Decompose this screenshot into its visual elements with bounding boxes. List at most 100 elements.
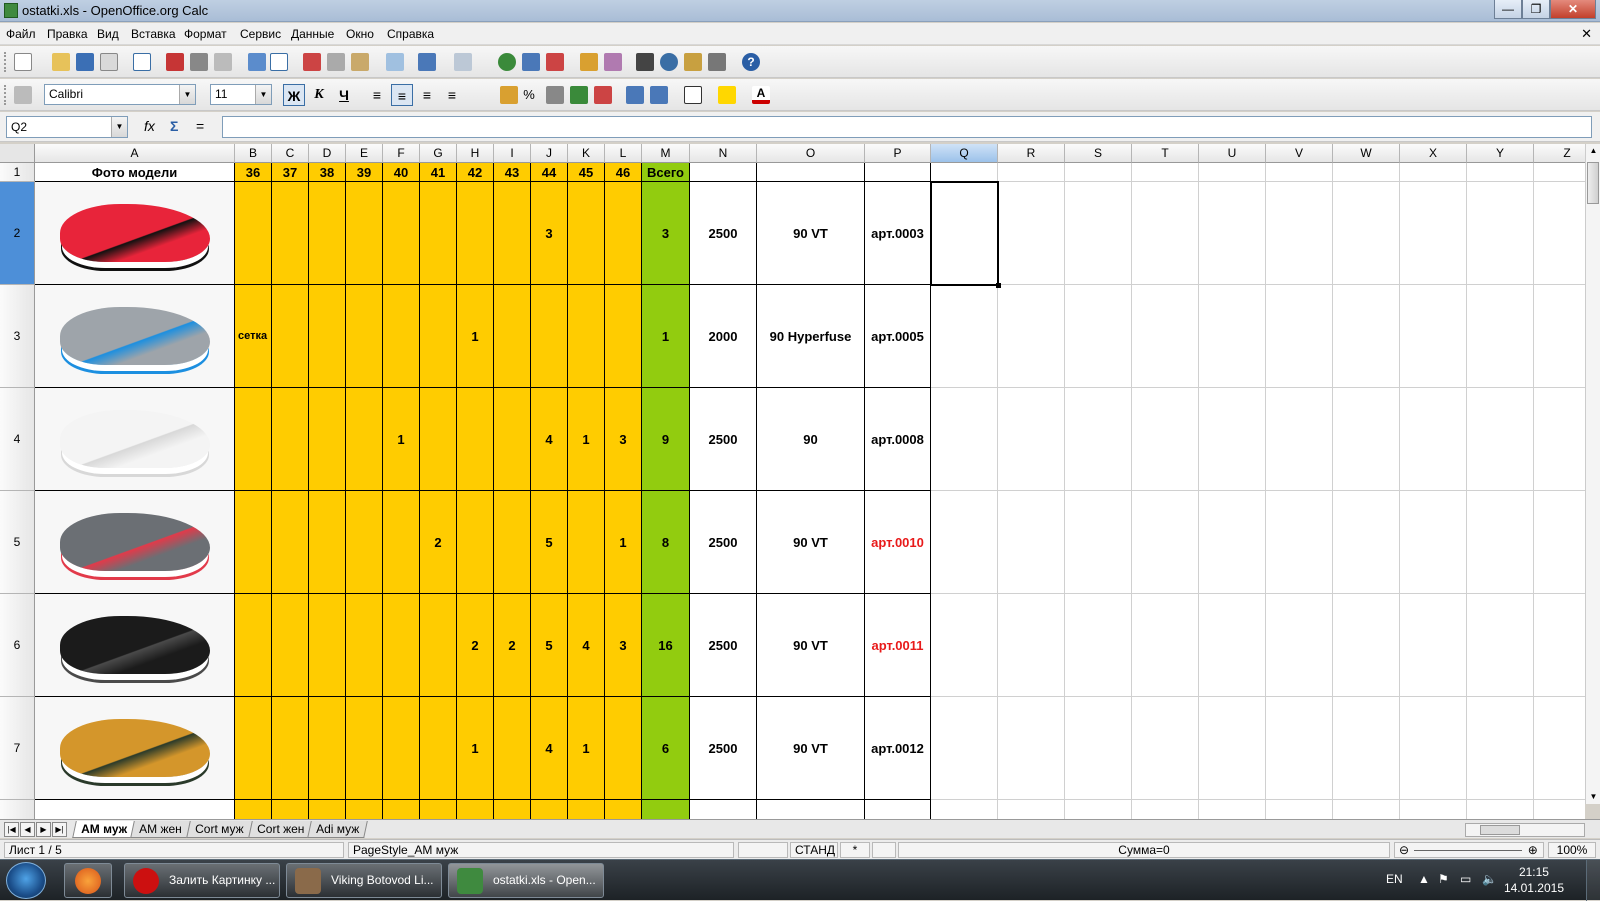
column-header[interactable]: Z (1534, 144, 1585, 163)
size-quantity-cell[interactable] (235, 388, 272, 491)
column-header[interactable]: D (309, 144, 346, 163)
size-quantity-cell[interactable] (605, 697, 642, 800)
size-quantity-cell[interactable]: 1 (457, 285, 494, 388)
firefox-taskbar-button[interactable] (64, 863, 112, 898)
column-header[interactable]: G (420, 144, 457, 163)
cell[interactable] (1065, 388, 1132, 491)
size-quantity-cell[interactable] (383, 594, 420, 697)
italic-button[interactable]: К (308, 84, 330, 106)
cell[interactable] (1534, 491, 1585, 594)
product-photo[interactable] (35, 285, 235, 388)
spellcheck-icon[interactable] (248, 53, 266, 71)
clone-formatting-icon[interactable] (386, 53, 404, 71)
size-quantity-cell[interactable]: 4 (531, 697, 568, 800)
size-quantity-cell[interactable] (420, 594, 457, 697)
size-header-cell[interactable]: 43 (494, 163, 531, 182)
page-style[interactable]: PageStyle_AM муж (348, 842, 734, 858)
size-header-cell[interactable]: 44 (531, 163, 568, 182)
cell[interactable] (1534, 388, 1585, 491)
menu-insert[interactable]: Вставка (131, 27, 176, 41)
size-quantity-cell[interactable] (383, 182, 420, 285)
size-quantity-cell[interactable] (383, 697, 420, 800)
sort-ascending-icon[interactable] (522, 53, 540, 71)
size-quantity-cell[interactable] (531, 285, 568, 388)
menu-data[interactable]: Данные (291, 27, 334, 41)
size-quantity-cell[interactable] (346, 800, 383, 819)
row-header[interactable]: 7 (0, 697, 35, 800)
cell[interactable] (998, 182, 1065, 285)
underline-button[interactable]: Ч (333, 84, 355, 106)
row-header[interactable] (0, 800, 35, 819)
size-quantity-cell[interactable] (494, 800, 531, 819)
size-header-cell[interactable] (865, 163, 931, 182)
model-cell[interactable]: 90 VT (757, 182, 865, 285)
prev-sheet-icon[interactable]: ◀ (20, 822, 35, 837)
menu-help[interactable]: Справка (387, 27, 434, 41)
row-header[interactable]: 5 (0, 491, 35, 594)
size-quantity-cell[interactable] (605, 800, 642, 819)
start-button[interactable] (6, 862, 46, 899)
scroll-down-icon[interactable]: ▼ (1586, 790, 1600, 804)
cell[interactable] (1467, 182, 1534, 285)
column-header[interactable]: Y (1467, 144, 1534, 163)
size-header-cell[interactable]: 42 (457, 163, 494, 182)
font-name-combo[interactable]: Calibri ▼ (44, 84, 196, 105)
column-header[interactable]: U (1199, 144, 1266, 163)
sheet-tab[interactable]: AM муж (72, 821, 136, 838)
print-preview-icon[interactable] (214, 53, 232, 71)
spreadsheet-grid[interactable]: A B C D E F G H I J K L M N O P Q R S T U V W X Y Z 1 Фото модели 36… (0, 144, 1585, 819)
cell[interactable] (1132, 800, 1199, 819)
size-header-cell[interactable]: 36 (235, 163, 272, 182)
cell[interactable] (1534, 697, 1585, 800)
size-quantity-cell[interactable] (420, 285, 457, 388)
size-quantity-cell[interactable] (457, 800, 494, 819)
size-quantity-cell[interactable] (235, 491, 272, 594)
cell[interactable] (1400, 285, 1467, 388)
article-cell[interactable]: арт.0011 (865, 594, 931, 697)
cell[interactable] (1400, 491, 1467, 594)
delete-decimal-icon[interactable] (594, 86, 612, 104)
horizontal-scrollbar[interactable] (1465, 823, 1585, 837)
add-decimal-icon[interactable] (570, 86, 588, 104)
background-color-icon[interactable] (718, 86, 736, 104)
size-quantity-cell[interactable]: 1 (568, 697, 605, 800)
size-quantity-cell[interactable]: 4 (568, 594, 605, 697)
total-cell[interactable]: 16 (642, 594, 690, 697)
cell[interactable] (1266, 163, 1333, 182)
size-quantity-cell[interactable] (346, 697, 383, 800)
close-button[interactable]: ✕ (1550, 0, 1596, 19)
size-quantity-cell[interactable] (272, 594, 309, 697)
size-quantity-cell[interactable] (605, 182, 642, 285)
product-photo[interactable] (35, 594, 235, 697)
chart-icon[interactable] (580, 53, 598, 71)
menu-window[interactable]: Окно (346, 27, 374, 41)
column-header[interactable]: C (272, 144, 309, 163)
size-header-cell[interactable] (757, 163, 865, 182)
size-quantity-cell[interactable]: 4 (531, 388, 568, 491)
size-quantity-cell[interactable] (309, 388, 346, 491)
function-wizard-icon[interactable]: fx (144, 118, 155, 134)
price-cell[interactable]: 2000 (690, 285, 757, 388)
cell[interactable] (1199, 388, 1266, 491)
cell[interactable] (931, 182, 998, 285)
cell[interactable] (1199, 491, 1266, 594)
cell[interactable] (1467, 697, 1534, 800)
size-header-cell[interactable]: 39 (346, 163, 383, 182)
price-cell[interactable]: 2500 (690, 491, 757, 594)
first-sheet-icon[interactable]: |◀ (4, 822, 19, 837)
cell[interactable] (998, 388, 1065, 491)
sheet-tab[interactable]: Cort муж (186, 821, 253, 838)
cell[interactable] (1065, 800, 1132, 819)
decrease-indent-icon[interactable] (626, 86, 644, 104)
cell[interactable] (1266, 594, 1333, 697)
product-photo[interactable] (35, 388, 235, 491)
size-quantity-cell[interactable] (568, 182, 605, 285)
cell[interactable] (1467, 285, 1534, 388)
cell[interactable] (1065, 285, 1132, 388)
gallery-icon[interactable] (684, 53, 702, 71)
cell[interactable] (998, 697, 1065, 800)
sort-descending-icon[interactable] (546, 53, 564, 71)
taskbar-app[interactable]: Viking Botovod Li... (286, 863, 442, 898)
product-photo[interactable] (35, 182, 235, 285)
navigator-icon[interactable] (660, 53, 678, 71)
